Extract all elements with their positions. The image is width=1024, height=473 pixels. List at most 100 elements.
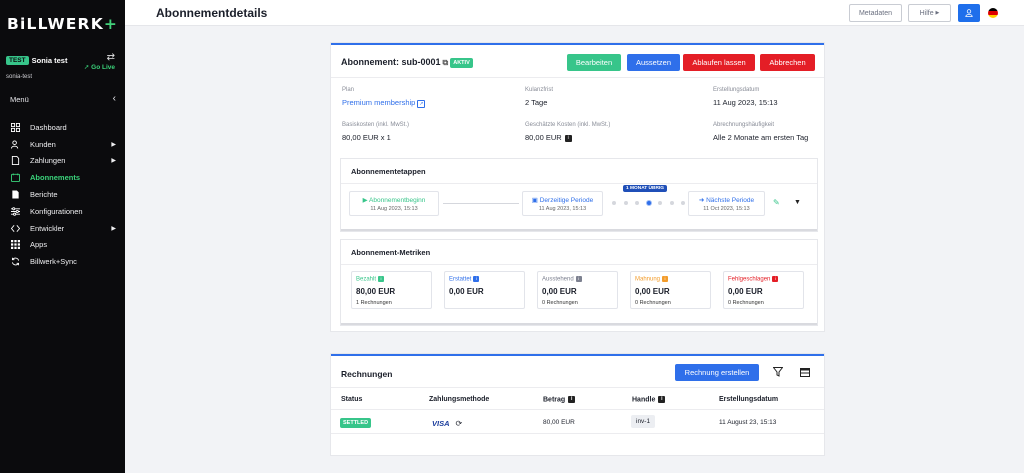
apps-icon	[10, 240, 20, 250]
stage-start-date: 11 Aug 2023, 15:13	[370, 206, 418, 212]
metric-refunded: Erstattet i 0,00 EUR	[444, 271, 525, 309]
metrics-title: Abonnement-Metriken	[351, 248, 431, 257]
recurring-icon: ⟳	[455, 419, 463, 428]
cancel-button[interactable]: Abbrechen	[760, 54, 815, 71]
plan-link[interactable]: Premium membership ↗	[342, 98, 426, 108]
sidebar-item-zahlungen[interactable]: Zahlungen ▶	[10, 153, 118, 170]
menu-toggle[interactable]: Menü ‹	[10, 93, 116, 104]
frequency-value: Alle 2 Monate am ersten Tag	[713, 133, 809, 142]
copy-icon[interactable]: ⧉	[443, 58, 449, 67]
column-header-status[interactable]: Status	[341, 396, 362, 403]
invoice-handle[interactable]: inv-1	[631, 415, 656, 428]
columns-icon[interactable]	[800, 368, 810, 377]
sidebar-item-apps[interactable]: Apps	[10, 237, 118, 254]
billwerk-logo[interactable]: BiLLWERK+	[7, 15, 118, 33]
divider	[331, 409, 824, 410]
user-menu-button[interactable]	[958, 4, 980, 22]
document-icon	[10, 156, 20, 166]
column-header-created[interactable]: Erstellungsdatum	[719, 396, 778, 403]
info-icon[interactable]: i	[662, 276, 669, 282]
sidebar-item-label: Berichte	[30, 190, 58, 200]
sidebar-item-label: Entwickler	[30, 223, 65, 233]
expire-button[interactable]: Ablaufen lassen	[683, 54, 755, 71]
invoice-created: 11 August 23, 15:13	[719, 419, 777, 426]
metric-sub: 0 Rechnungen	[728, 300, 764, 306]
sidebar-item-label: Konfigurationen	[30, 206, 83, 216]
code-icon	[10, 223, 20, 233]
menu-label: Menü	[10, 95, 29, 104]
metric-pending: Ausstehend i 0,00 EUR 0 Rechnungen	[537, 271, 618, 309]
info-icon[interactable]: i	[658, 396, 666, 403]
divider	[341, 183, 817, 184]
grace-label: Kulanzfrist	[525, 87, 554, 93]
sidebar-item-berichte[interactable]: Berichte	[10, 186, 118, 203]
progress-dot	[658, 201, 662, 205]
progress-dot	[612, 201, 616, 205]
info-icon[interactable]: i	[568, 396, 576, 403]
progress-dot-current	[645, 200, 652, 206]
stage-current-label: ▣ Derzeitige Periode	[531, 197, 594, 204]
created-value: 11 Aug 2023, 15:13	[713, 98, 778, 107]
chevron-right-icon: ▶	[111, 158, 116, 165]
column-header-handle[interactable]: Handle i	[632, 396, 666, 403]
sidebar-nav: Dashboard Kunden ▶ Zahlungen ▶ Abonnemen…	[10, 119, 118, 270]
sidebar-item-dashboard[interactable]: Dashboard	[10, 119, 118, 136]
filter-icon[interactable]	[773, 367, 783, 377]
swap-account-icon[interactable]: ⇄	[107, 52, 115, 63]
german-flag-icon[interactable]	[988, 8, 998, 18]
metric-value: 80,00 EUR	[356, 287, 396, 296]
go-live-link[interactable]: ➚ Go Live	[84, 63, 115, 71]
user-icon	[965, 9, 973, 17]
visa-icon: VISA	[432, 419, 450, 428]
base-cost-value: 80,00 EUR x 1	[342, 133, 391, 142]
account-switcher[interactable]: TEST Sonia test ⇄ sonia-test ➚ Go Live	[6, 52, 118, 80]
progress-dot	[669, 201, 674, 205]
external-link-icon: ↗	[417, 100, 426, 108]
info-icon[interactable]: i	[564, 134, 572, 142]
users-icon	[10, 139, 20, 149]
top-bar: Abonnementdetails Metadaten Hilfe ▶	[125, 0, 1024, 26]
metrics-panel: Abonnement-Metriken Bezahlt i 80,00 EUR 1…	[341, 240, 817, 325]
sidebar-item-abonnements[interactable]: Abonnements	[10, 169, 118, 186]
timeline-connector	[443, 203, 519, 204]
base-cost-label: Basiskosten (inkl. MwSt.)	[342, 122, 410, 128]
pause-button[interactable]: Aussetzen	[627, 54, 680, 71]
column-header-amount[interactable]: Betrag i	[543, 396, 576, 403]
info-icon[interactable]: i	[575, 276, 582, 282]
stage-current[interactable]: ▣ Derzeitige Periode 11 Aug 2023, 15:13	[522, 191, 603, 216]
sidebar-item-billwerk-sync[interactable]: Billwerk+Sync	[10, 253, 118, 270]
metric-failed: Fehlgeschlagen i 0,00 EUR 0 Rechnungen	[723, 271, 804, 309]
metric-value: 0,00 EUR	[728, 287, 763, 296]
sliders-icon	[10, 206, 20, 216]
create-invoice-button[interactable]: Rechnung erstellen	[675, 364, 759, 381]
sidebar-item-label: Zahlungen	[30, 156, 66, 166]
sidebar-item-konfigurationen[interactable]: Konfigurationen	[10, 203, 118, 220]
payment-method: VISA ⟳	[432, 419, 462, 428]
edit-button[interactable]: Bearbeiten	[567, 54, 621, 71]
column-header-method[interactable]: Zahlungsmethode	[429, 396, 489, 403]
stage-next[interactable]: ➜ Nächste Periode 11 Oct 2023, 15:13	[688, 191, 765, 216]
stage-current-date: 11 Aug 2023, 15:13	[538, 206, 587, 212]
invoice-amount: 80,00 EUR	[543, 419, 575, 426]
metadata-button[interactable]: Metadaten	[849, 4, 902, 22]
info-icon[interactable]: i	[378, 276, 385, 282]
chevron-left-icon[interactable]: ‹	[113, 93, 116, 104]
created-label: Erstellungsdatum	[713, 87, 760, 93]
stages-panel: Abonnementetappen ▶ Abonnementbeginn 11 …	[341, 159, 817, 231]
estimated-cost-value: 80,00 EUR i	[525, 133, 572, 142]
dashboard-icon	[10, 122, 20, 132]
caret-down-icon[interactable]: ▼	[794, 199, 801, 206]
info-icon[interactable]: i	[772, 276, 779, 282]
edit-pencil-icon[interactable]: ✎	[773, 198, 780, 207]
metric-label: Fehlgeschlagen i	[728, 276, 779, 283]
sidebar-item-entwickler[interactable]: Entwickler ▶	[10, 220, 118, 237]
divider	[341, 264, 817, 265]
status-badge: SETTLED	[340, 418, 372, 428]
info-icon[interactable]: i	[473, 276, 480, 282]
stage-start[interactable]: ▶ Abonnementbeginn 11 Aug 2023, 15:13	[349, 191, 439, 216]
sidebar: BiLLWERK+ TEST Sonia test ⇄ sonia-test ➚ …	[0, 0, 125, 473]
help-button[interactable]: Hilfe ▶	[908, 4, 951, 22]
metric-dunning: Mahnung i 0,00 EUR 0 Rechnungen	[630, 271, 711, 309]
stages-title: Abonnementetappen	[351, 167, 426, 176]
sidebar-item-kunden[interactable]: Kunden ▶	[10, 136, 118, 153]
